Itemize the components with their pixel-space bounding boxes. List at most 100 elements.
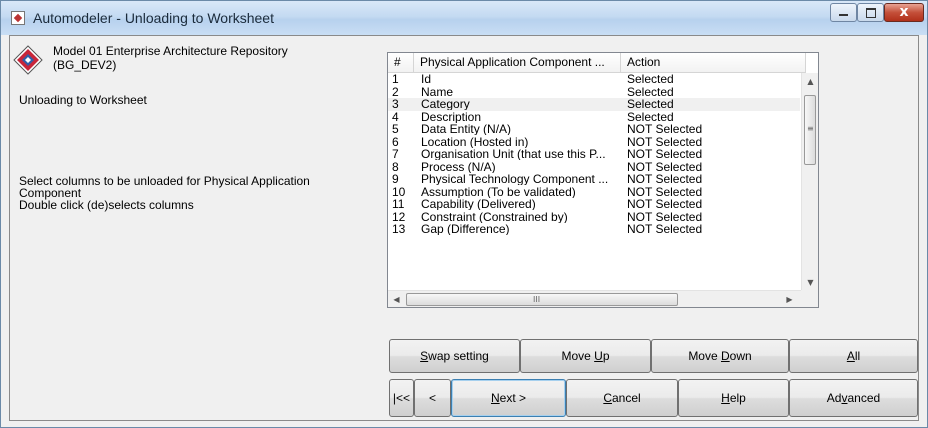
cancel-button[interactable]: Cancel xyxy=(566,379,678,417)
row-name: Capability (Delivered) xyxy=(421,198,536,210)
cancel-label: Cancel xyxy=(567,380,677,416)
row-action: NOT Selected xyxy=(627,198,703,210)
row-action: NOT Selected xyxy=(627,173,703,185)
row-action: Selected xyxy=(627,73,674,85)
move-down-label: Move Down xyxy=(652,340,788,372)
row-name: Name xyxy=(421,85,454,98)
row-action: NOT Selected xyxy=(627,123,703,135)
all-button[interactable]: All xyxy=(789,339,918,373)
previous-button[interactable]: < xyxy=(414,379,451,417)
row-name: Description xyxy=(421,110,482,123)
swap-setting-button[interactable]: Swap setting xyxy=(389,339,520,373)
row-number: 9 xyxy=(392,173,399,185)
row-action: Selected xyxy=(627,98,674,110)
list-item[interactable]: 9 Physical Technology Component ... NOT Se… xyxy=(388,173,800,186)
list-item[interactable]: 13 Gap (Difference) NOT Selected xyxy=(388,223,800,236)
row-action: NOT Selected xyxy=(627,135,703,148)
row-action: NOT Selected xyxy=(627,148,703,160)
header-component[interactable]: Physical Application Component ... xyxy=(414,53,621,72)
dialog-window: Automodeler - Unloading to Worksheet x M… xyxy=(0,0,928,428)
label-part: elp xyxy=(729,391,746,405)
row-number: 10 xyxy=(392,185,406,198)
row-name: Organisation Unit (that use this P... xyxy=(421,148,606,160)
label-part: Ad xyxy=(826,391,842,405)
scroll-right-icon[interactable]: ▶ xyxy=(781,291,798,307)
row-name: Assumption (To be validated) xyxy=(421,185,576,198)
maximize-button[interactable] xyxy=(857,3,884,22)
vertical-scrollbar[interactable]: ▲ ≡ ▼ xyxy=(801,73,818,291)
row-action: Selected xyxy=(627,85,674,98)
list-item[interactable]: 10 Assumption (To be validated) NOT Select… xyxy=(388,186,800,199)
list-item[interactable]: 8 Process (N/A) NOT Selected xyxy=(388,161,800,174)
help-button[interactable]: Help xyxy=(678,379,789,417)
list-item[interactable]: 1 Id Selected xyxy=(388,73,800,86)
instruction-text-3: Double click (de)selects columns xyxy=(19,198,194,212)
row-number: 1 xyxy=(392,73,399,85)
row-action: NOT Selected xyxy=(627,160,703,173)
list-header: # Physical Application Component ... Act… xyxy=(388,53,806,73)
repository-db: (BG_DEV2) xyxy=(53,58,117,72)
row-number: 8 xyxy=(392,160,399,173)
label-part: own xyxy=(729,349,752,363)
scroll-left-icon[interactable]: ◀ xyxy=(388,291,405,307)
window-title: Automodeler - Unloading to Worksheet xyxy=(33,10,274,26)
list-item[interactable]: 4 Description Selected xyxy=(388,111,800,124)
repository-name: Model 01 Enterprise Architecture Reposit… xyxy=(53,44,288,58)
help-label: Help xyxy=(679,380,788,416)
title-bar[interactable]: Automodeler - Unloading to Worksheet x xyxy=(1,1,927,35)
horizontal-scrollbar[interactable]: ◀ III ▶ xyxy=(388,290,801,307)
label-accelerator: S xyxy=(420,349,429,363)
list-item[interactable]: 5 Data Entity (N/A) NOT Selected xyxy=(388,123,800,136)
row-number: 5 xyxy=(392,123,399,135)
list-item[interactable]: 6 Location (Hosted in) NOT Selected xyxy=(388,136,800,149)
label-accelerator: H xyxy=(721,391,730,405)
grip-icon: ≡ xyxy=(807,124,814,133)
row-action: NOT Selected xyxy=(627,223,703,235)
label-accelerator: C xyxy=(603,391,612,405)
label-part: Move xyxy=(561,349,595,363)
next-button[interactable]: Next > xyxy=(451,379,566,417)
move-down-button[interactable]: Move Down xyxy=(651,339,789,373)
first-label: |<< xyxy=(392,391,411,405)
scroll-down-icon[interactable]: ▼ xyxy=(802,274,818,291)
minimize-icon xyxy=(839,14,848,16)
minimize-button[interactable] xyxy=(830,3,857,22)
advanced-label: Advanced xyxy=(790,380,917,416)
move-up-button[interactable]: Move Up xyxy=(520,339,651,373)
row-action: NOT Selected xyxy=(627,185,703,198)
row-number: 4 xyxy=(392,110,399,123)
list-item[interactable]: 3 Category Selected xyxy=(388,98,800,111)
row-name: Data Entity (N/A) xyxy=(421,123,512,135)
label-part: anced xyxy=(847,391,881,405)
header-number[interactable]: # xyxy=(388,53,414,72)
move-up-label: Move Up xyxy=(521,340,650,372)
row-name: Location (Hosted in) xyxy=(421,135,529,148)
list-item[interactable]: 2 Name Selected xyxy=(388,86,800,99)
row-name: Gap (Difference) xyxy=(421,223,510,235)
label-part: ext > xyxy=(499,391,527,405)
advanced-button[interactable]: Advanced xyxy=(789,379,918,417)
header-action[interactable]: Action xyxy=(621,53,806,72)
row-number: 7 xyxy=(392,148,399,160)
label-part: ancel xyxy=(611,391,641,405)
list-item[interactable]: 11 Capability (Delivered) NOT Selected xyxy=(388,198,800,211)
row-number: 13 xyxy=(392,223,406,235)
horizontal-scroll-thumb[interactable]: III xyxy=(406,293,678,306)
row-number: 2 xyxy=(392,85,399,98)
app-icon[interactable] xyxy=(11,11,25,25)
vertical-scroll-thumb[interactable]: ≡ xyxy=(804,95,816,165)
row-name: Id xyxy=(421,73,432,85)
all-label: All xyxy=(790,340,917,372)
first-button[interactable]: |<< xyxy=(389,379,414,417)
row-name: Physical Technology Component ... xyxy=(421,173,609,185)
list-body: 1 Id Selected 2 Name Selected 3 Category Selecte… xyxy=(388,73,800,236)
scroll-corner xyxy=(801,290,818,307)
list-item[interactable]: 7 Organisation Unit (that use this P... NO… xyxy=(388,148,800,161)
close-button[interactable]: x xyxy=(884,3,924,22)
list-item[interactable]: 12 Constraint (Constrained by) NOT Selecte… xyxy=(388,211,800,224)
label-part: p xyxy=(602,349,610,363)
row-number: 6 xyxy=(392,135,399,148)
column-list[interactable]: # Physical Application Component ... Act… xyxy=(387,52,819,308)
scroll-up-icon[interactable]: ▲ xyxy=(802,73,818,90)
row-name: Constraint (Constrained by) xyxy=(421,210,568,223)
